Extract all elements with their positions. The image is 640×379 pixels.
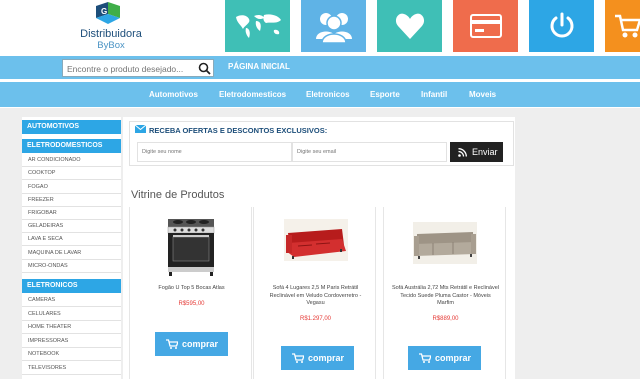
sidebar-item-frigobar[interactable]: FRIGOBAR bbox=[22, 207, 121, 221]
credit-card-icon bbox=[469, 14, 502, 38]
sofa-image[interactable] bbox=[413, 222, 477, 264]
sidebar-item-celulares[interactable]: CELULARES bbox=[22, 308, 121, 322]
nav-category-eletrodomesticos[interactable]: Eletrodomesticos bbox=[219, 90, 286, 99]
sidebar-item-maquina-de-lavar[interactable]: MAQUINA DE LAVAR bbox=[22, 247, 121, 261]
search-icon[interactable] bbox=[198, 62, 211, 75]
sidebar-item-ar-condicionado[interactable]: AR CONDICIONADO bbox=[22, 154, 121, 168]
logo[interactable]: G Distribuidora ByBox bbox=[76, 2, 146, 52]
heart-icon bbox=[395, 13, 424, 40]
logo-name: Distribuidora bbox=[80, 28, 142, 40]
sidebar-item-micro-ondas[interactable]: MICRO-ONDAS bbox=[22, 260, 121, 274]
users-icon bbox=[315, 13, 352, 43]
buy-label: comprar bbox=[182, 339, 219, 349]
tile-logout[interactable] bbox=[529, 0, 594, 52]
sidebar-item-notebook[interactable]: NOTEBOOK bbox=[22, 348, 121, 362]
svg-text:G: G bbox=[101, 7, 107, 16]
buy-button[interactable]: comprar bbox=[408, 346, 481, 370]
showcase-title: Vitrine de Produtos bbox=[131, 189, 225, 201]
tile-world[interactable] bbox=[225, 0, 290, 52]
sidebar-item-televisores[interactable]: TELEVISORES bbox=[22, 362, 121, 376]
buy-button[interactable]: comprar bbox=[281, 346, 354, 370]
logo-mark-icon: G bbox=[96, 2, 120, 24]
site-header: G Distribuidora ByBox bbox=[0, 0, 640, 56]
power-icon bbox=[550, 12, 573, 38]
logo-subtitle: ByBox bbox=[97, 40, 125, 51]
search-box bbox=[62, 59, 214, 77]
sidebar-group-automotivos[interactable]: AUTOMOTIVOS bbox=[22, 120, 121, 134]
nav-category-eletronicos[interactable]: Eletronicos bbox=[306, 90, 350, 99]
sidebar-item-fogao[interactable]: FOGAO bbox=[22, 181, 121, 195]
tile-favorites[interactable] bbox=[377, 0, 442, 52]
product-price: R$889,00 bbox=[432, 316, 459, 322]
product-card: Fogão U Top 5 Bocas Atlas R$595,00 compr… bbox=[129, 207, 252, 379]
sidebar-item-freezer[interactable]: FREEZER bbox=[22, 194, 121, 208]
nav-category-automotivos[interactable]: Automotivos bbox=[149, 90, 198, 99]
send-label: Enviar bbox=[472, 147, 498, 157]
sidebar-item-home-theater[interactable]: HOME THEATER bbox=[22, 321, 121, 335]
sidebar-item-lava-e-seca[interactable]: LAVA E SECA bbox=[22, 233, 121, 247]
newsletter-email-field[interactable] bbox=[292, 142, 447, 162]
buy-label: comprar bbox=[435, 353, 472, 363]
buy-label: comprar bbox=[308, 353, 345, 363]
cart-icon bbox=[419, 353, 431, 363]
sidebar-item-geladeiras[interactable]: GELADEIRAS bbox=[22, 220, 121, 234]
product-price: R$1.297,00 bbox=[299, 316, 332, 322]
tile-payment[interactable] bbox=[453, 0, 518, 52]
product-name[interactable]: Sofá 4 Lugares 2,5 M Paris Retrátil Recl… bbox=[262, 285, 369, 308]
sidebar-item-impressoras[interactable]: IMPRESSORAS bbox=[22, 335, 121, 349]
newsletter-title: RECEBA OFERTAS E DESCONTOS EXCLUSIVOS: bbox=[149, 126, 328, 135]
newsletter-send-button[interactable]: Enviar bbox=[450, 142, 503, 162]
sidebar-item-cooktop[interactable]: COOKTOP bbox=[22, 167, 121, 181]
product-price: R$595,00 bbox=[178, 301, 205, 307]
tile-cart[interactable] bbox=[605, 0, 640, 52]
rss-icon bbox=[458, 148, 467, 157]
sidebar-item-cameras[interactable]: CAMERAS bbox=[22, 294, 121, 308]
stove-image[interactable] bbox=[166, 215, 216, 277]
sidebar-group-eletrodomesticos[interactable]: ELETRODOMESTICOS bbox=[22, 139, 121, 153]
world-map-icon bbox=[235, 14, 281, 38]
product-card: Sofá 4 Lugares 2,5 M Paris Retrátil Recl… bbox=[253, 207, 376, 379]
cart-icon bbox=[166, 339, 178, 349]
newsletter-name-field[interactable] bbox=[137, 142, 292, 162]
nav-category-infantil[interactable]: Infantil bbox=[421, 90, 447, 99]
nav-category-esporte[interactable]: Esporte bbox=[370, 90, 400, 99]
search-input[interactable] bbox=[67, 62, 195, 75]
nav-category-moveis[interactable]: Moveis bbox=[469, 90, 496, 99]
sofa-image[interactable] bbox=[284, 219, 348, 261]
envelope-icon bbox=[135, 125, 146, 133]
home-link[interactable]: PÁGINA INICIAL bbox=[228, 62, 290, 71]
cart-icon bbox=[292, 353, 304, 363]
product-name[interactable]: Sofá Austrália 2,72 Mts Retrátil e Recli… bbox=[392, 285, 499, 308]
product-card: Sofá Austrália 2,72 Mts Retrátil e Recli… bbox=[383, 207, 506, 379]
cart-icon bbox=[615, 14, 640, 38]
buy-button[interactable]: comprar bbox=[155, 332, 228, 356]
product-name[interactable]: Fogão U Top 5 Bocas Atlas bbox=[136, 285, 247, 293]
tile-users[interactable] bbox=[301, 0, 366, 52]
sidebar-group-eletronicos[interactable]: ELETRONICOS bbox=[22, 279, 121, 293]
